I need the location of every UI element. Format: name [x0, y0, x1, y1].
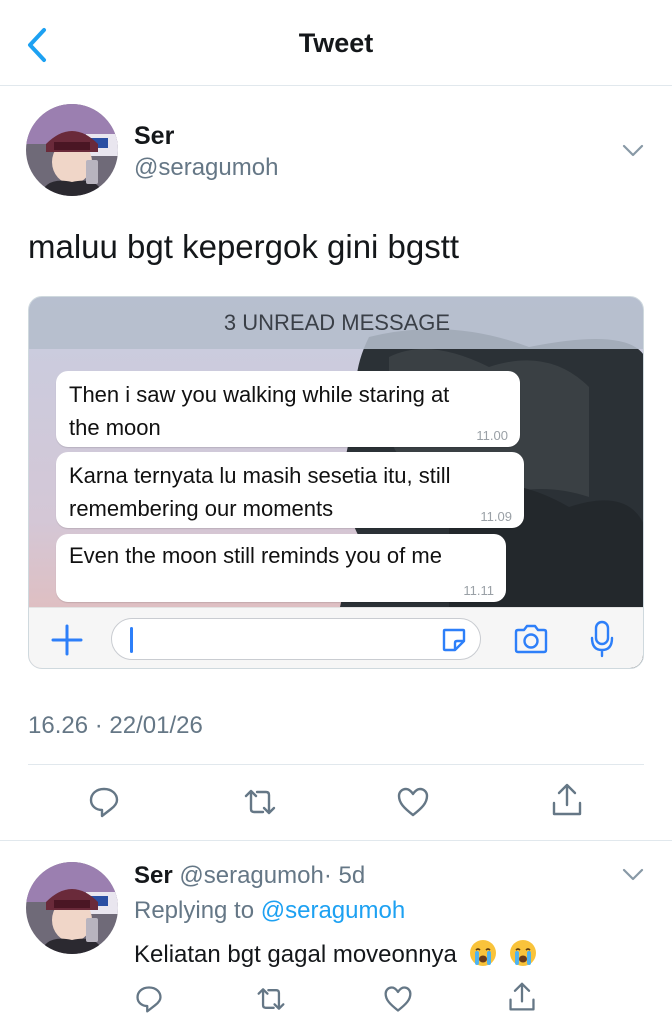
share-icon [509, 982, 535, 1011]
retweet-button[interactable] [243, 785, 277, 819]
tweet-menu-button[interactable] [622, 144, 644, 158]
top-bar: Tweet [0, 0, 672, 86]
share-button[interactable] [507, 982, 537, 1012]
like-button[interactable] [383, 984, 413, 1014]
avatar-photo [26, 862, 118, 954]
crying-face-emoji [469, 940, 496, 966]
reply-button[interactable] [87, 785, 121, 819]
reply-author-handle[interactable]: @seragumoh [179, 862, 323, 889]
plus-icon [51, 624, 83, 656]
camera-icon [514, 624, 548, 654]
chat-bubble: Then i saw you walking while staring at … [56, 371, 520, 447]
reply-text: Keliatan bgt gagal moveonnya [134, 938, 538, 969]
like-icon [384, 986, 412, 1012]
chat-message-text: Even the moon still reminds you of me [69, 543, 442, 568]
reply-avatar[interactable] [26, 862, 118, 954]
chevron-down-icon [622, 144, 644, 157]
chevron-down-icon [622, 868, 644, 881]
chat-message-text: Karna ternyata lu masih sesetia itu, sti… [69, 463, 451, 521]
tweet-text: maluu bgt kepergok gini bgstt [28, 228, 460, 265]
like-button[interactable] [396, 785, 430, 819]
reply-button[interactable] [134, 984, 164, 1014]
share-icon [552, 783, 582, 816]
chat-message-text: Then i saw you walking while staring at … [69, 382, 450, 440]
avatar-photo [26, 104, 118, 196]
crying-face-emoji [510, 940, 537, 966]
chat-text-field [111, 618, 481, 660]
share-button[interactable] [550, 783, 584, 817]
reply-header: Ser @seragumoh· 5d [134, 862, 365, 890]
like-icon [397, 787, 429, 817]
microphone-icon [590, 620, 614, 658]
reply-author-name[interactable]: Ser [134, 862, 173, 889]
replying-to: Replying to @seragumoh [134, 897, 405, 925]
avatar[interactable] [26, 104, 118, 196]
page-title: Tweet [298, 28, 374, 58]
reply-icon [89, 787, 119, 818]
sticker-icon [442, 628, 466, 652]
chat-input-bar [29, 607, 643, 668]
reply-icon [136, 986, 162, 1013]
author-name[interactable]: Ser [134, 122, 174, 151]
replying-to-prefix: Replying to [134, 897, 255, 924]
divider [0, 840, 672, 841]
author-handle[interactable]: @seragumoh [134, 154, 278, 182]
text-cursor [130, 627, 133, 653]
retweet-button[interactable] [256, 984, 286, 1014]
chat-bubble: Even the moon still reminds you of me 11… [56, 534, 506, 602]
retweet-icon [257, 988, 285, 1010]
tweet-media[interactable]: 3 UNREAD MESSAGE Then i saw you walking … [28, 296, 644, 669]
chat-message-time: 11.00 [476, 428, 508, 443]
reply-menu-button[interactable] [622, 868, 644, 882]
reply-text-content: Keliatan bgt gagal moveonnya [134, 941, 457, 968]
chat-bubble: Karna ternyata lu masih sesetia itu, sti… [56, 452, 524, 528]
reply-age: · 5d [323, 862, 366, 889]
unread-banner: 3 UNREAD MESSAGE [29, 297, 643, 349]
tweet-timestamp: 16.26 · 22/01/26 [28, 712, 203, 739]
chat-message-time: 11.09 [480, 509, 512, 524]
replying-to-handle[interactable]: @seragumoh [261, 897, 405, 924]
chat-message-time: 11.11 [463, 583, 494, 598]
divider [28, 764, 644, 765]
retweet-icon [244, 789, 276, 815]
